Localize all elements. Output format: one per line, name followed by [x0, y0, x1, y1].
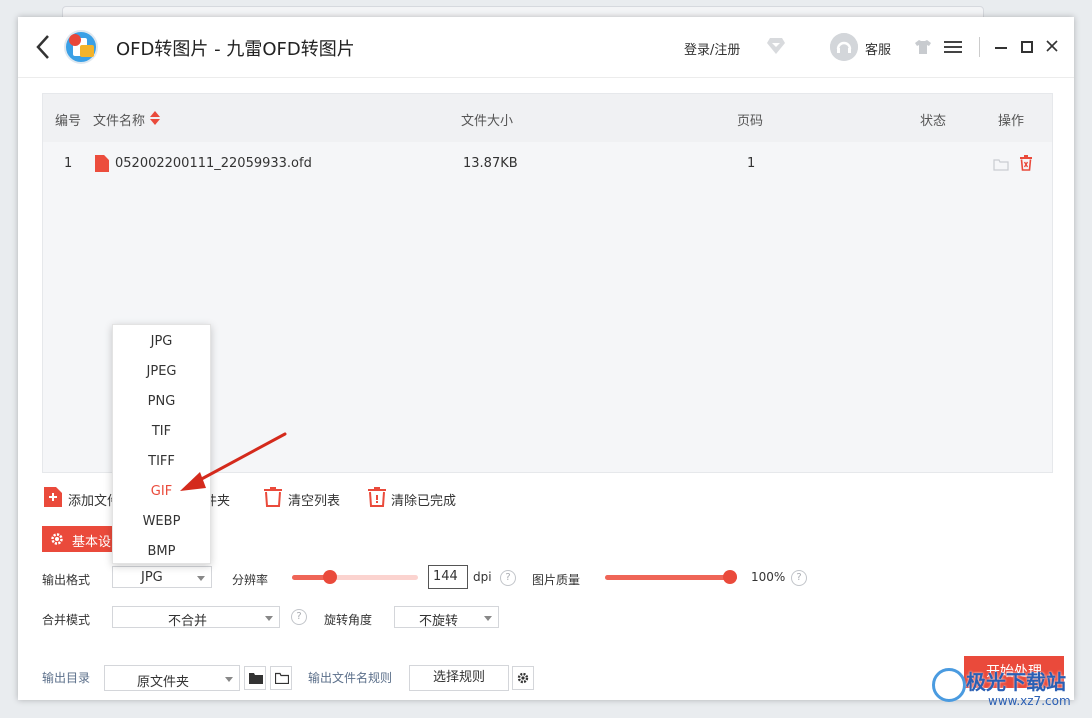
output-format-dropdown: JPG JPEG PNG TIF TIFF GIF WEBP BMP [112, 324, 211, 564]
titlebar-divider [979, 37, 980, 57]
minimize-icon[interactable] [994, 39, 1008, 55]
site-watermark: 极光下载站 www.xz7.com [930, 660, 1090, 714]
output-format-label: 输出格式 [42, 573, 91, 587]
resolution-handle[interactable] [323, 570, 337, 584]
header-index: 编号 [55, 114, 82, 129]
resolution-help-icon[interactable]: ? [500, 570, 516, 586]
quality-help-icon[interactable]: ? [791, 570, 807, 586]
rotate-select[interactable]: 不旋转 [394, 606, 499, 629]
delete-row-icon[interactable] [1019, 155, 1033, 171]
row-pages: 1 [747, 156, 756, 171]
maximize-icon[interactable] [1020, 39, 1034, 55]
chevron-down-icon [484, 616, 492, 621]
merge-mode-value: 不合并 [168, 614, 208, 629]
window-title: OFD转图片 - 九雷OFD转图片 [116, 39, 355, 60]
resolution-unit: dpi [473, 570, 492, 584]
header-pages: 页码 [737, 114, 764, 129]
header-name[interactable]: 文件名称 [93, 110, 145, 129]
rotate-label: 旋转角度 [324, 613, 373, 627]
resolution-label: 分辨率 [232, 573, 269, 587]
quality-label: 图片质量 [532, 573, 581, 587]
output-format-value: JPG [141, 570, 163, 585]
quality-value: 100% [751, 570, 786, 584]
select-rule-button[interactable]: 选择规则 [409, 665, 509, 691]
chevron-down-icon [197, 576, 205, 581]
merge-mode-label: 合并模式 [42, 613, 91, 627]
row-index: 1 [64, 156, 73, 171]
open-output-folder-button[interactable] [270, 666, 292, 690]
clear-list-label: 清空列表 [288, 494, 341, 509]
rotate-value: 不旋转 [419, 614, 459, 629]
watermark-text: 极光下载站 [966, 670, 1066, 694]
app-window: OFD转图片 - 九雷OFD转图片 登录/注册 客服 编号 文件名称 文件大小 … [18, 17, 1074, 700]
title-bar: OFD转图片 - 九雷OFD转图片 登录/注册 客服 [18, 17, 1074, 78]
format-option-tiff[interactable]: TIFF [113, 447, 210, 477]
watermark-logo [932, 668, 966, 702]
open-folder-icon[interactable] [993, 157, 1009, 171]
table-header: 编号 文件名称 文件大小 页码 状态 操作 [43, 94, 1052, 142]
clear-list-button[interactable]: 清空列表 [263, 487, 343, 509]
close-icon[interactable] [1044, 38, 1060, 54]
folder-icon [249, 673, 263, 684]
row-size: 13.87KB [463, 156, 518, 171]
back-arrow-icon[interactable] [34, 34, 52, 60]
table-row[interactable]: 1 052002200111_22059933.ofd 13.87KB 1 [43, 142, 1052, 186]
clear-list-icon [264, 487, 282, 507]
open-folder-icon [275, 672, 289, 684]
gear-icon [517, 672, 529, 684]
browse-folder-button[interactable] [244, 666, 266, 690]
skin-tshirt-icon[interactable] [914, 39, 932, 55]
quality-handle[interactable] [723, 570, 737, 584]
output-dir-select[interactable]: 原文件夹 [104, 665, 240, 691]
format-option-jpeg[interactable]: JPEG [113, 357, 210, 387]
quality-fill [605, 575, 737, 580]
sort-icon[interactable] [149, 110, 161, 126]
merge-mode-select[interactable]: 不合并 [112, 606, 280, 629]
output-dir-value: 原文件夹 [137, 675, 190, 690]
clear-completed-icon [368, 487, 386, 507]
quality-slider[interactable] [605, 569, 737, 585]
tab-basic-label: 基本设 [72, 535, 112, 550]
chevron-down-icon [225, 677, 233, 682]
login-register-link[interactable]: 登录/注册 [684, 39, 740, 58]
header-size: 文件大小 [461, 114, 514, 129]
app-logo [64, 30, 98, 64]
vip-diamond-icon[interactable] [766, 37, 786, 55]
clear-completed-label: 清除已完成 [391, 494, 457, 509]
format-option-webp[interactable]: WEBP [113, 507, 210, 537]
format-option-jpg[interactable]: JPG [113, 327, 210, 357]
chevron-down-icon [265, 616, 273, 621]
format-option-bmp[interactable]: BMP [113, 537, 210, 567]
header-actions: 操作 [998, 114, 1025, 129]
menu-icon[interactable] [944, 39, 962, 55]
row-filename: 052002200111_22059933.ofd [115, 156, 312, 171]
resolution-input[interactable]: 144 [428, 565, 468, 589]
output-format-select[interactable]: JPG [112, 566, 212, 588]
format-option-png[interactable]: PNG [113, 387, 210, 417]
gear-icon [51, 533, 63, 545]
add-file-icon [44, 487, 62, 507]
header-status: 状态 [920, 114, 947, 129]
output-dir-label: 输出目录 [42, 671, 91, 685]
ofd-file-icon [95, 155, 109, 172]
resolution-slider[interactable] [292, 569, 418, 585]
merge-help-icon[interactable]: ? [291, 609, 307, 625]
format-option-gif[interactable]: GIF [113, 477, 210, 507]
clear-completed-button[interactable]: 清除已完成 [367, 487, 457, 509]
filename-rule-label: 输出文件名规则 [308, 671, 393, 685]
format-option-tif[interactable]: TIF [113, 417, 210, 447]
customer-service-label[interactable]: 客服 [865, 39, 891, 58]
rule-settings-button[interactable] [512, 666, 534, 690]
watermark-url: www.xz7.com [988, 694, 1071, 708]
customer-service-icon[interactable] [830, 33, 858, 61]
